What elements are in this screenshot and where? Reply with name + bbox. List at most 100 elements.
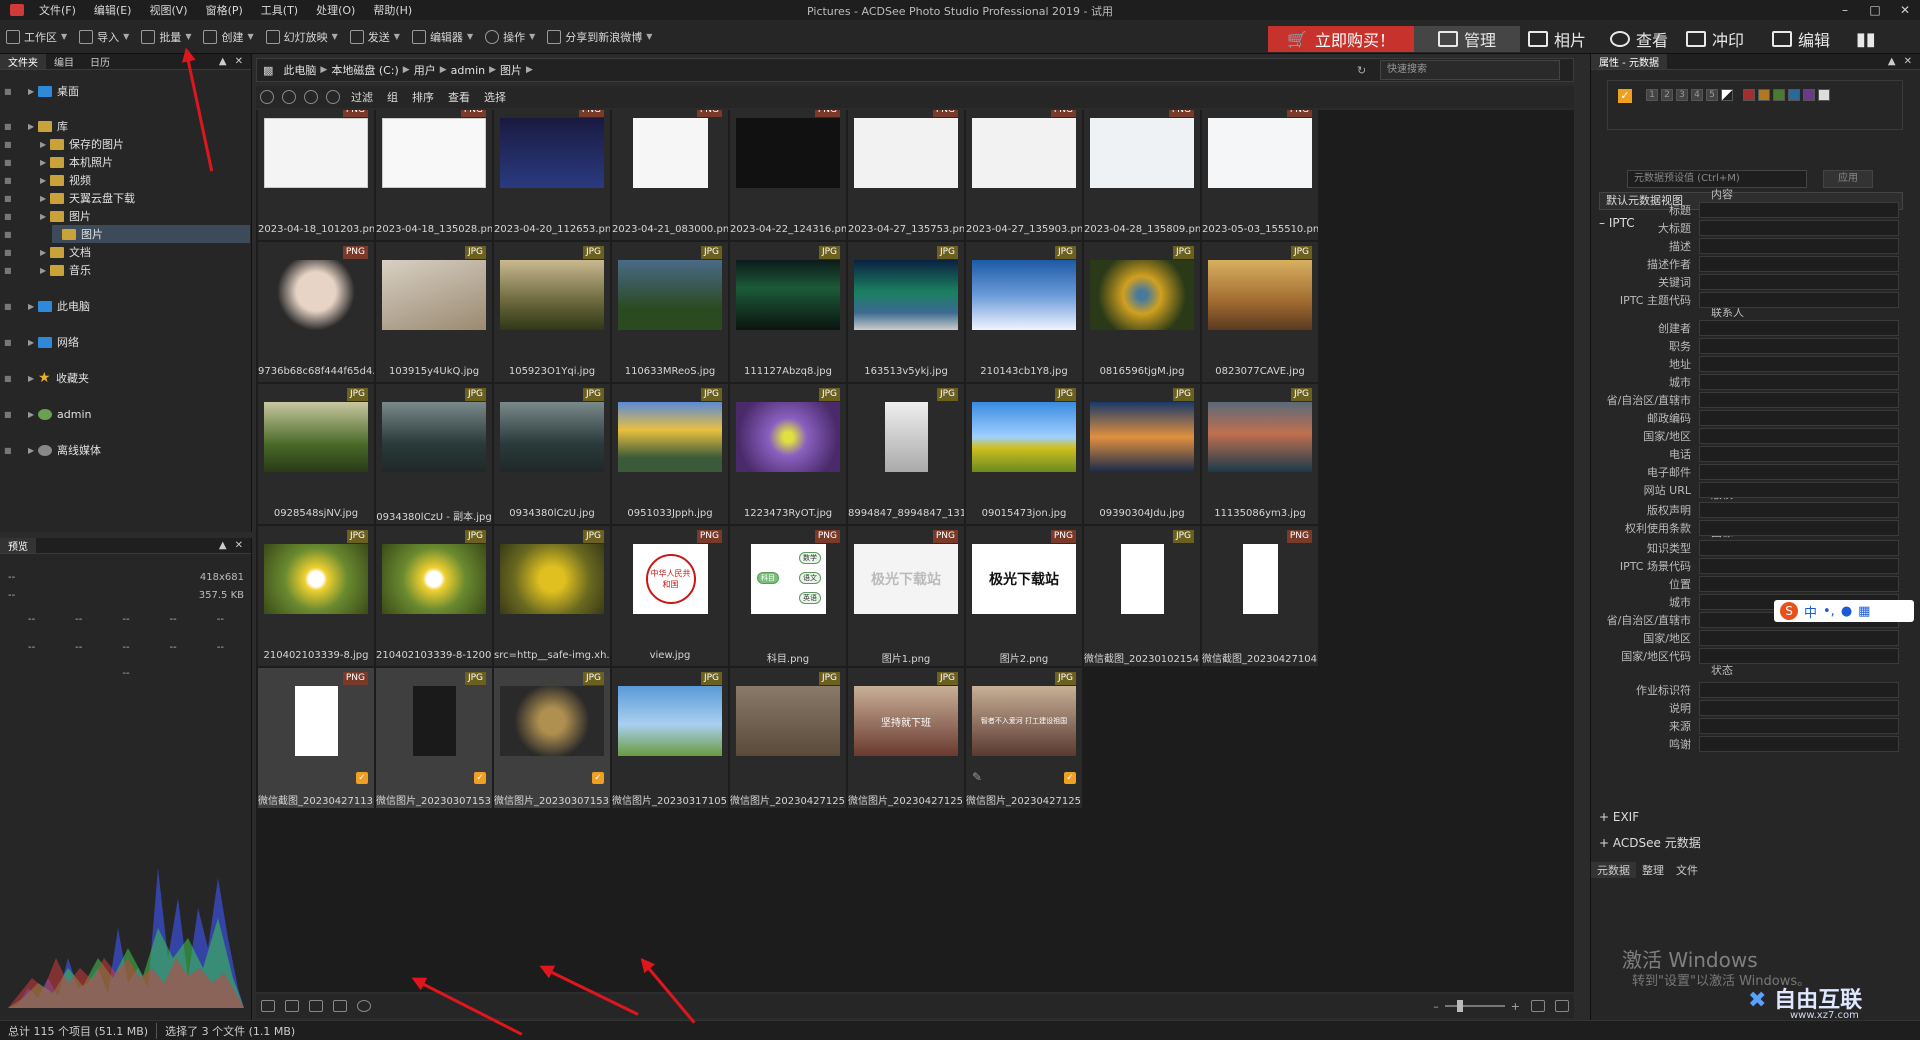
metadata-field-input[interactable] (1699, 501, 1899, 518)
thumbnail-item[interactable]: PNG 2023-05-03_155510.png (1202, 110, 1318, 240)
rating-4[interactable]: 4 (1691, 89, 1703, 101)
thumbnail-item[interactable]: JPG 09390304Jdu.jpg (1084, 384, 1200, 524)
mode-view-button[interactable]: 查看 (1610, 26, 1668, 52)
thumbnail-item[interactable]: JPG 0934380lCzU - 副本.jpg (376, 384, 492, 524)
menu-edit[interactable]: 编辑(E) (85, 2, 141, 18)
expand-arrow-icon[interactable]: ▶ (28, 302, 38, 311)
zoom-out-icon[interactable]: – (1433, 1000, 1439, 1013)
metadata-field-input[interactable] (1699, 575, 1899, 592)
thumbnail-item[interactable]: PNG 2023-04-27_135753.png (848, 110, 964, 240)
metadata-field-input[interactable] (1699, 463, 1899, 480)
pin-icon[interactable]: ▲ (219, 56, 235, 67)
rating-3[interactable]: 3 (1676, 89, 1688, 101)
clear-rating-icon[interactable] (1721, 89, 1733, 101)
forward-icon[interactable] (304, 90, 318, 104)
label-green[interactable] (1773, 89, 1785, 101)
thumbnail-item[interactable]: PNG 2023-04-22_124316.png (730, 110, 846, 240)
metadata-field-input[interactable] (1699, 717, 1899, 734)
tree-item[interactable]: ■ ▶ 此电脑 (4, 297, 90, 315)
expand-arrow-icon[interactable]: ▶ (28, 446, 38, 455)
metadata-field-input[interactable] (1699, 219, 1899, 236)
sort-menu[interactable]: 排序 (405, 89, 441, 105)
dashboard-button[interactable]: ▮▮ (1856, 26, 1876, 52)
tag-checkbox[interactable]: ✓ (474, 772, 486, 784)
thumbnail-item[interactable]: PNG 中华人民共和国 view.jpg (612, 526, 728, 666)
expand-arrow-icon[interactable]: ▶ (28, 338, 38, 347)
tree-item[interactable]: ■ ▶ 离线媒体 (4, 441, 101, 459)
maximize-icon[interactable]: □ (1860, 0, 1890, 20)
thumbnail-item[interactable]: JPG 1223473RyOT.jpg (730, 384, 846, 524)
thumbnail-item[interactable]: JPG 11135086ym3.jpg (1202, 384, 1318, 524)
thumbnail-item[interactable]: JPG 163513v5ykj.jpg (848, 242, 964, 382)
menu-help[interactable]: 帮助(H) (364, 2, 421, 18)
metadata-field-input[interactable] (1699, 255, 1899, 272)
tree-item[interactable]: ■ ▶ 文档 (4, 243, 91, 261)
tree-item[interactable]: ■ ▶ admin (4, 405, 91, 423)
thumbnail-item[interactable]: JPG 09015473jon.jpg (966, 384, 1082, 524)
label-clear[interactable] (1818, 89, 1830, 101)
thumbnail-size-icon[interactable] (1555, 1000, 1569, 1012)
metadata-field-input[interactable] (1699, 273, 1899, 290)
breadcrumb-admin[interactable]: admin (447, 64, 489, 77)
zoom-in-icon[interactable]: + (1511, 1000, 1520, 1013)
select-menu[interactable]: 选择 (477, 89, 513, 105)
close-panel-icon[interactable]: ✕ (235, 540, 251, 551)
close-panel-icon[interactable]: ✕ (235, 56, 251, 67)
ime-toolbar[interactable]: S 中 •, ● ▦ (1774, 600, 1914, 622)
thumbnail-item[interactable]: PNG 科目 数学 语文 英语 科目.png (730, 526, 846, 666)
metadata-field-input[interactable] (1699, 373, 1899, 390)
metadata-field-input[interactable] (1699, 427, 1899, 444)
close-panel-icon[interactable]: ✕ (1904, 56, 1920, 67)
thumbnail-item[interactable]: PNG 2023-04-27_135903.png (966, 110, 1082, 240)
metadata-field-input[interactable] (1699, 647, 1899, 664)
rating-1[interactable]: 1 (1646, 89, 1658, 101)
home-icon[interactable] (260, 90, 274, 104)
metadata-field-input[interactable] (1699, 291, 1899, 308)
expand-arrow-icon[interactable]: ▶ (28, 374, 38, 383)
workspace-button[interactable]: 工作区 ▼ (0, 23, 73, 51)
open-icon[interactable] (261, 1000, 275, 1012)
expand-arrow-icon[interactable]: ▶ (28, 87, 38, 96)
menu-process[interactable]: 处理(O) (307, 2, 364, 18)
expand-arrow-icon[interactable]: ▶ (40, 194, 50, 203)
mode-develop-button[interactable]: 冲印 (1686, 26, 1744, 52)
thumbnail-item[interactable]: PNG 极光下载站 图片2.png (966, 526, 1082, 666)
tag-checkbox[interactable]: ✓ (356, 772, 368, 784)
rating-5[interactable]: 5 (1706, 89, 1718, 101)
up-icon[interactable] (326, 90, 340, 104)
thumbnail-item[interactable]: JPG 微信图片_20230307153... ✓ (494, 668, 610, 808)
metadata-field-input[interactable] (1699, 681, 1899, 698)
metadata-field-input[interactable] (1699, 201, 1899, 218)
metadata-field-input[interactable] (1699, 391, 1899, 408)
thumbnail-item[interactable]: PNG 2023-04-20_112653.png (494, 110, 610, 240)
view-menu[interactable]: 查看 (441, 89, 477, 105)
tab-file[interactable]: 文件 (1670, 862, 1704, 878)
metadata-field-input[interactable] (1699, 355, 1899, 372)
import-button[interactable]: 导入 ▼ (73, 23, 135, 51)
thumbnail-item[interactable]: PNG 9736b68c68f444f65d4... (258, 242, 374, 382)
thumbnail-item[interactable]: JPG 微信图片_20230317105... (612, 668, 728, 808)
label-purple[interactable] (1803, 89, 1815, 101)
thumbnail-item[interactable]: JPG src=http__safe-img.xh... (494, 526, 610, 666)
tree-item[interactable]: ■ ▶ 视频 (4, 171, 91, 189)
thumbnail-item[interactable]: PNG 微信截图_20230427113... ✓ (258, 668, 374, 808)
metadata-field-input[interactable] (1699, 409, 1899, 426)
thumbnail-item[interactable]: JPG 坚持就下班 微信图片_20230427125... (848, 668, 964, 808)
pin-icon[interactable]: ▲ (1888, 56, 1904, 67)
thumbnail-item[interactable]: PNG 2023-04-21_083000.png (612, 110, 728, 240)
quick-search-input[interactable]: 快速搜索 (1380, 60, 1560, 80)
metadata-field-input[interactable] (1699, 699, 1899, 716)
label-yellow[interactable] (1758, 89, 1770, 101)
minimize-icon[interactable]: – (1830, 0, 1860, 20)
pin-icon[interactable]: ▲ (219, 540, 235, 551)
metadata-field-input[interactable] (1699, 735, 1899, 752)
tag-checkbox[interactable]: ✓ (1064, 772, 1076, 784)
tab-folders[interactable]: 文件夹 (0, 54, 46, 69)
metadata-field-input[interactable] (1699, 557, 1899, 574)
thumbnail-item[interactable]: JPG 105923O1Yqi.jpg (494, 242, 610, 382)
metadata-field-input[interactable] (1699, 629, 1899, 646)
tab-calendar[interactable]: 日历 (82, 54, 118, 69)
zoom-slider[interactable] (1444, 1000, 1505, 1012)
expand-arrow-icon[interactable]: ▶ (40, 158, 50, 167)
thumbnail-item[interactable]: JPG 智者不入爱河 打工建设祖国 微信图片_20230427125... ✓ ✎ (966, 668, 1082, 808)
